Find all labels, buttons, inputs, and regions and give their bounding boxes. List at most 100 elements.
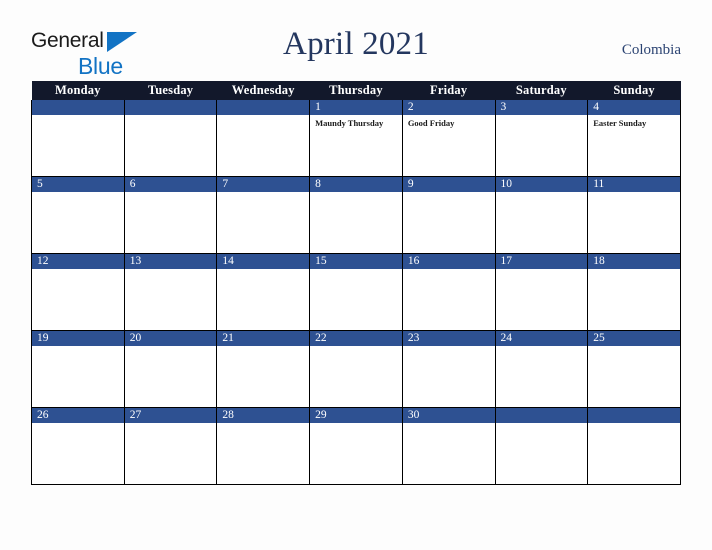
holiday-list	[310, 192, 402, 195]
calendar-day-cell[interactable]	[216, 100, 311, 177]
calendar-day-cell[interactable]: 28	[216, 407, 311, 485]
day-number: 27	[124, 408, 217, 423]
day-number: 5	[32, 177, 124, 192]
holiday-list	[125, 192, 217, 195]
holiday-list	[588, 423, 680, 426]
holiday-list	[496, 192, 588, 195]
calendar-day-cell[interactable]: 26	[31, 407, 125, 485]
calendar-day-cell[interactable]: 20	[123, 330, 218, 408]
day-number: 22	[310, 331, 402, 346]
day-number: 11	[588, 177, 680, 192]
calendar-week-row: 12 13 14 15 16 17 18	[31, 253, 681, 331]
day-number: 17	[495, 254, 588, 269]
day-number: 20	[124, 331, 217, 346]
day-number	[588, 408, 680, 423]
day-number	[124, 100, 217, 115]
holiday-list	[403, 423, 495, 426]
holiday-list	[32, 115, 124, 118]
weekday-header-thursday: Thursday	[309, 81, 403, 100]
day-number: 23	[402, 331, 495, 346]
day-number: 2	[402, 100, 495, 115]
calendar-day-cell[interactable]	[494, 407, 589, 485]
calendar-day-cell[interactable]: 14	[216, 253, 311, 331]
calendar-day-cell[interactable]: 30	[401, 407, 496, 485]
calendar-day-cell[interactable]: 2 Good Friday	[401, 100, 496, 177]
calendar-day-cell[interactable]: 15	[309, 253, 403, 331]
calendar-week-row: 5 6 7 8 9 10 11	[31, 176, 681, 254]
calendar-day-cell[interactable]: 22	[309, 330, 403, 408]
calendar-day-cell[interactable]: 16	[401, 253, 496, 331]
holiday-list	[588, 346, 680, 349]
calendar-body: 1 Maundy Thursday 2 Good Friday 3 4 Easter Sun…	[31, 100, 681, 485]
calendar-day-cell[interactable]: 21	[216, 330, 311, 408]
calendar-day-cell[interactable]	[31, 100, 125, 177]
day-number: 13	[124, 254, 217, 269]
holiday-list	[310, 423, 402, 426]
weekday-header-tuesday: Tuesday	[124, 81, 217, 100]
calendar-day-cell[interactable]: 24	[494, 330, 589, 408]
calendar-day-cell[interactable]	[123, 100, 218, 177]
calendar-day-cell[interactable]: 3	[494, 100, 589, 177]
page-title: April 2021	[283, 26, 429, 62]
holiday-list	[217, 115, 309, 118]
day-number	[217, 100, 310, 115]
holiday-label: Maundy Thursday	[315, 118, 384, 128]
calendar-day-cell[interactable]: 1 Maundy Thursday	[309, 100, 403, 177]
holiday-label: Easter Sunday	[593, 118, 647, 128]
country-label: Colombia	[621, 42, 681, 58]
weekday-header-wednesday: Wednesday	[216, 81, 310, 100]
calendar-day-cell[interactable]: 25	[587, 330, 681, 408]
calendar-day-cell[interactable]: 23	[401, 330, 496, 408]
calendar-day-cell[interactable]: 10	[494, 176, 589, 254]
calendar-day-cell[interactable]: 7	[216, 176, 311, 254]
calendar-day-cell[interactable]: 12	[31, 253, 125, 331]
weekday-header-monday: Monday	[31, 81, 125, 100]
calendar-day-cell[interactable]: 8	[309, 176, 403, 254]
calendar-day-cell[interactable]: 5	[31, 176, 125, 254]
day-number: 8	[310, 177, 402, 192]
day-number	[32, 100, 124, 115]
weekday-header-row: Monday Tuesday Wednesday Thursday Friday…	[31, 81, 681, 100]
calendar-day-cell[interactable]: 27	[123, 407, 218, 485]
day-number: 10	[495, 177, 588, 192]
holiday-list	[217, 192, 309, 195]
day-number: 26	[32, 408, 124, 423]
holiday-list: Good Friday	[403, 115, 495, 129]
calendar-header-row-group: Monday Tuesday Wednesday Thursday Friday…	[31, 81, 681, 100]
calendar-day-cell[interactable]: 6	[123, 176, 218, 254]
day-number: 7	[217, 177, 310, 192]
holiday-list: Easter Sunday	[588, 115, 680, 129]
holiday-list	[310, 269, 402, 272]
holiday-list	[125, 423, 217, 426]
calendar-day-cell[interactable]: 9	[401, 176, 496, 254]
day-number: 12	[32, 254, 124, 269]
calendar-grid: Monday Tuesday Wednesday Thursday Friday…	[31, 81, 681, 485]
holiday-list	[125, 346, 217, 349]
holiday-list	[588, 269, 680, 272]
day-number: 18	[588, 254, 680, 269]
holiday-label: Good Friday	[407, 118, 455, 128]
calendar-page: General Blue April 2021 Colombia Monday …	[0, 0, 712, 550]
day-number: 21	[217, 331, 310, 346]
day-number: 3	[495, 100, 588, 115]
holiday-list	[32, 192, 124, 195]
holiday-list	[403, 269, 495, 272]
holiday-list	[217, 346, 309, 349]
calendar-day-cell[interactable]: 4 Easter Sunday	[587, 100, 681, 177]
weekday-header-sunday: Sunday	[587, 81, 681, 100]
holiday-list	[217, 269, 309, 272]
day-number: 1	[310, 100, 402, 115]
holiday-list	[588, 192, 680, 195]
calendar-day-cell[interactable]: 13	[123, 253, 218, 331]
calendar-day-cell[interactable]: 17	[494, 253, 589, 331]
calendar-day-cell[interactable]	[587, 407, 681, 485]
day-number: 4	[588, 100, 680, 115]
calendar-day-cell[interactable]: 18	[587, 253, 681, 331]
day-number: 24	[495, 331, 588, 346]
day-number	[495, 408, 588, 423]
calendar-day-cell[interactable]: 19	[31, 330, 125, 408]
holiday-list	[403, 346, 495, 349]
calendar-day-cell[interactable]: 29	[309, 407, 403, 485]
calendar-day-cell[interactable]: 11	[587, 176, 681, 254]
day-number: 6	[124, 177, 217, 192]
